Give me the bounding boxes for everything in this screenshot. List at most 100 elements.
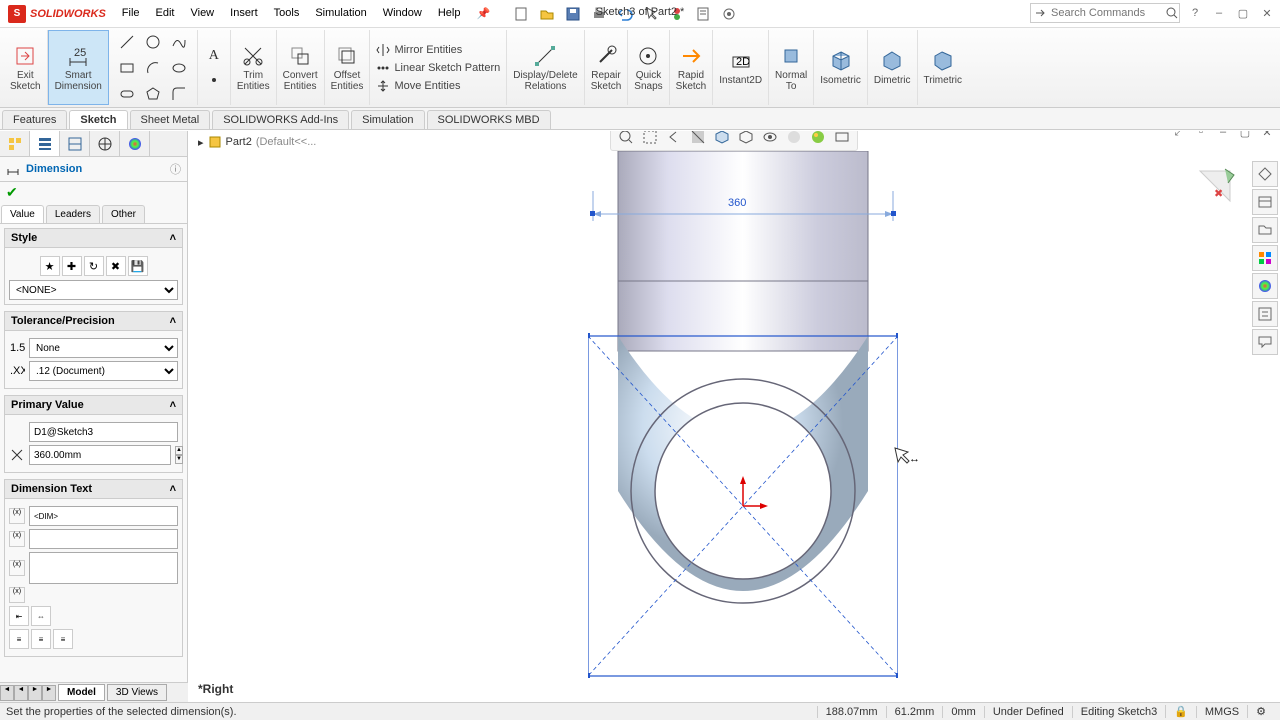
text-extra-icon[interactable]: (x) [9, 587, 25, 603]
text-prefix-icon[interactable]: (x) [9, 508, 25, 524]
search-icon[interactable] [1165, 6, 1179, 20]
graphics-area[interactable]: ▸ Part2 (Default<<... ⤢ ▫ – ▢ ✕ [188, 131, 1280, 702]
model-tab[interactable]: Model [58, 684, 105, 701]
close-button[interactable]: ✕ [1258, 4, 1276, 22]
linear-pattern-button[interactable]: Linear Sketch Pattern [376, 61, 500, 75]
dimxpert-manager-tab[interactable] [90, 131, 120, 156]
line-tool[interactable] [115, 30, 139, 54]
view-palette-icon[interactable] [1252, 245, 1278, 271]
help-icon[interactable]: ? [1186, 4, 1204, 22]
pm-tab-leaders[interactable]: Leaders [46, 205, 100, 223]
slot-tool[interactable] [115, 82, 139, 106]
custom-properties-icon[interactable] [1252, 301, 1278, 327]
tolerance-type-select[interactable]: None [29, 338, 178, 358]
normal-to-button[interactable]: Normal To [769, 30, 814, 105]
display-manager-tab[interactable] [120, 131, 150, 156]
style-update-icon[interactable]: ↻ [84, 256, 104, 276]
zoom-area-icon[interactable] [639, 131, 661, 148]
dim-text-area[interactable] [29, 552, 178, 584]
file-explorer-icon[interactable] [1252, 217, 1278, 243]
pm-tab-other[interactable]: Other [102, 205, 145, 223]
open-button[interactable] [536, 3, 558, 25]
pm-help-icon[interactable]: ⓘ [170, 161, 181, 177]
circle-tool[interactable] [141, 30, 165, 54]
fillet-tool[interactable] [167, 82, 191, 106]
arc-tool[interactable] [141, 56, 165, 80]
smart-dimension-button[interactable]: 25 Smart Dimension [48, 30, 109, 105]
previous-view-icon[interactable] [663, 131, 685, 148]
style-select[interactable]: <NONE> [9, 280, 178, 300]
tab-features[interactable]: Features [2, 110, 67, 129]
doc-restore-icon[interactable]: ▫ [1192, 131, 1210, 141]
align-right[interactable]: ≡ [53, 629, 73, 649]
menu-insert[interactable]: Insert [222, 3, 266, 24]
doc-maximize-button[interactable]: ▢ [1236, 131, 1254, 141]
text-tool[interactable]: A [202, 44, 226, 68]
dimension-value-input[interactable] [29, 445, 171, 465]
display-style-icon[interactable] [735, 131, 757, 148]
text-below-icon[interactable]: (x) [9, 531, 25, 547]
trim-entities-button[interactable]: Trim Entities [231, 30, 277, 105]
exit-sketch-button[interactable]: Exit Sketch [4, 30, 48, 105]
menu-edit[interactable]: Edit [148, 3, 183, 24]
menu-file[interactable]: File [114, 3, 148, 24]
quick-snaps-button[interactable]: Quick Snaps [628, 30, 669, 105]
style-apply-icon[interactable]: ★ [40, 256, 60, 276]
tolerance-head[interactable]: Tolerance/Precision˄ [4, 311, 183, 331]
value-spinner[interactable]: ▲▼ [175, 446, 183, 464]
dimension-text-head[interactable]: Dimension Text˄ [4, 479, 183, 499]
tab-addins[interactable]: SOLIDWORKS Add-Ins [212, 110, 349, 129]
feature-manager-tab[interactable] [0, 131, 30, 156]
align-left[interactable]: ≡ [9, 629, 29, 649]
menu-help[interactable]: Help [430, 3, 469, 24]
style-delete-icon[interactable]: ✖ [106, 256, 126, 276]
breadcrumb[interactable]: ▸ Part2 (Default<<... [198, 135, 316, 149]
property-manager-tab[interactable] [30, 131, 60, 156]
point-tool[interactable] [202, 68, 226, 92]
trimetric-button[interactable]: Trimetric [918, 30, 969, 105]
menu-tools[interactable]: Tools [266, 3, 308, 24]
menu-pin-icon[interactable]: 📌 [468, 3, 498, 24]
new-button[interactable] [510, 3, 532, 25]
tab-sketch[interactable]: Sketch [69, 110, 127, 129]
isometric-button[interactable]: Isometric [814, 30, 868, 105]
doc-minimize-button[interactable]: – [1214, 131, 1232, 141]
status-lock-icon[interactable]: 🔒 [1165, 705, 1196, 718]
menu-view[interactable]: View [182, 3, 222, 24]
tab-mbd[interactable]: SOLIDWORKS MBD [427, 110, 551, 129]
justify-left[interactable]: ⇤ [9, 606, 29, 626]
pm-tab-value[interactable]: Value [1, 205, 44, 223]
text-more-icon[interactable]: (x) [9, 560, 25, 576]
primary-value-head[interactable]: Primary Value˄ [4, 395, 183, 415]
menu-simulation[interactable]: Simulation [307, 3, 374, 24]
maximize-button[interactable]: ▢ [1234, 4, 1252, 22]
3d-views-tab[interactable]: 3D Views [107, 684, 167, 701]
align-center[interactable]: ≡ [31, 629, 51, 649]
dim-text-input-2[interactable] [29, 529, 178, 549]
style-save-icon[interactable]: 💾 [128, 256, 148, 276]
spline-tool[interactable] [167, 30, 191, 54]
solidworks-resources-icon[interactable] [1252, 161, 1278, 187]
zoom-fit-icon[interactable] [615, 131, 637, 148]
forum-icon[interactable] [1252, 329, 1278, 355]
part-name[interactable]: Part2 [226, 136, 252, 148]
hide-show-icon[interactable] [759, 131, 781, 148]
rectangle-tool[interactable] [115, 56, 139, 80]
doc-close-button[interactable]: ✕ [1258, 131, 1276, 141]
minimize-button[interactable]: – [1210, 4, 1228, 22]
dimension-name-input[interactable] [29, 422, 178, 442]
appearances-icon[interactable] [1252, 273, 1278, 299]
expand-icon[interactable]: ▸ [198, 136, 204, 149]
doc-expand-icon[interactable]: ⤢ [1170, 131, 1188, 141]
dim-text-input[interactable] [29, 506, 178, 526]
configuration-manager-tab[interactable] [60, 131, 90, 156]
repair-sketch-button[interactable]: Repair Sketch [585, 30, 629, 105]
justify-center[interactable]: ⇔ [31, 606, 51, 626]
tab-sheet-metal[interactable]: Sheet Metal [130, 110, 211, 129]
apply-scene-icon[interactable] [807, 131, 829, 148]
status-units[interactable]: MMGS [1196, 706, 1247, 718]
display-delete-relations-button[interactable]: Display/Delete Relations [507, 30, 584, 105]
rapid-sketch-button[interactable]: Rapid Sketch [670, 30, 714, 105]
dimetric-button[interactable]: Dimetric [868, 30, 918, 105]
precision-select[interactable]: .12 (Document) [29, 361, 178, 381]
